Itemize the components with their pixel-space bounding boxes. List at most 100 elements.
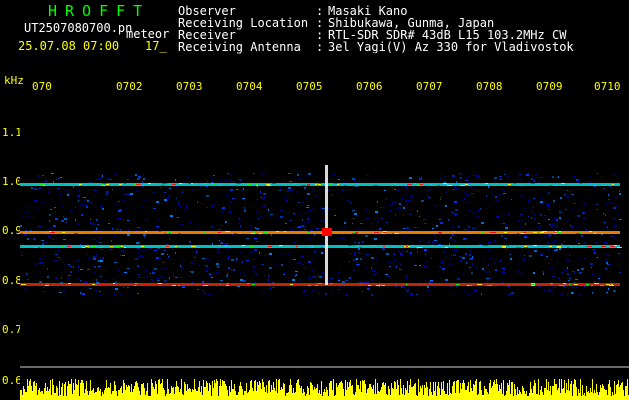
- histogram-bar: [514, 384, 515, 400]
- histogram-bar: [543, 395, 544, 400]
- noise-speckle: [245, 255, 246, 257]
- noise-speckle: [613, 290, 616, 292]
- histogram-bar: [246, 383, 247, 400]
- histogram-bar: [409, 385, 410, 400]
- noise-speckle: [544, 272, 545, 274]
- noise-speckle: [298, 226, 301, 228]
- noise-speckle: [529, 199, 531, 201]
- histogram-bar: [613, 395, 614, 400]
- noise-speckle: [608, 288, 609, 290]
- histogram-bar: [535, 383, 536, 400]
- signal-hotspot: [295, 233, 299, 234]
- noise-speckle: [493, 262, 496, 264]
- signal-hotspot: [483, 245, 488, 246]
- time-tick-label: 0706: [356, 80, 383, 93]
- noise-speckle: [552, 291, 554, 293]
- histogram-bar: [128, 385, 129, 400]
- histogram-bar: [138, 387, 139, 400]
- signal-hotspot: [334, 183, 337, 184]
- histogram-bar: [346, 390, 347, 400]
- signal-hotspot: [417, 184, 419, 185]
- noise-speckle: [43, 265, 45, 266]
- noise-speckle: [440, 212, 442, 213]
- noise-speckle: [175, 179, 176, 181]
- noise-speckle: [114, 236, 115, 237]
- noise-speckle: [351, 239, 352, 240]
- app-title: HROFFT: [48, 2, 151, 20]
- signal-hotspot: [417, 185, 422, 186]
- histogram-bar: [566, 383, 567, 400]
- noise-speckle: [496, 216, 499, 218]
- noise-speckle: [227, 273, 228, 275]
- noise-speckle: [35, 189, 37, 190]
- histogram-bar: [524, 391, 525, 400]
- histogram-bar: [248, 392, 249, 400]
- histogram-bar: [134, 386, 135, 400]
- histogram-bar: [235, 391, 236, 400]
- histogram-bar: [166, 394, 167, 400]
- noise-speckle: [253, 266, 255, 268]
- noise-speckle: [573, 292, 574, 294]
- noise-speckle: [307, 216, 310, 217]
- noise-speckle: [413, 286, 414, 288]
- noise-speckle: [389, 205, 390, 207]
- histogram-bar: [265, 392, 266, 400]
- time-tick-label: 0708: [476, 80, 503, 93]
- signal-hotspot: [353, 232, 355, 233]
- noise-speckle: [543, 273, 544, 275]
- noise-speckle: [398, 190, 399, 192]
- noise-speckle: [531, 178, 533, 180]
- histogram-bar: [316, 388, 317, 400]
- signal-hotspot: [218, 245, 221, 246]
- histogram-bar: [67, 386, 68, 400]
- histogram-bar: [601, 388, 602, 400]
- signal-hotspot: [559, 285, 564, 286]
- noise-speckle: [353, 254, 354, 256]
- signal-hotspot: [308, 285, 311, 286]
- signal-hotspot: [113, 283, 115, 284]
- noise-speckle: [453, 240, 456, 242]
- noise-speckle: [419, 178, 422, 180]
- signal-hotspot: [507, 245, 509, 246]
- histogram-bar: [332, 390, 333, 400]
- noise-speckle: [78, 223, 80, 225]
- histogram-bar: [80, 383, 81, 400]
- signal-hotspot: [531, 284, 536, 285]
- noise-speckle: [242, 261, 243, 263]
- histogram-bar: [50, 380, 51, 400]
- noise-speckle: [343, 198, 344, 200]
- noise-speckle: [231, 269, 232, 271]
- noise-speckle: [33, 271, 36, 272]
- histogram-bar: [229, 386, 230, 400]
- noise-speckle: [410, 293, 413, 295]
- noise-speckle: [232, 234, 233, 235]
- noise-speckle: [389, 210, 392, 211]
- histogram-bar: [174, 394, 175, 400]
- signal-hotspot: [393, 183, 397, 184]
- histogram-bar: [78, 380, 79, 400]
- noise-speckle: [213, 175, 215, 176]
- noise-speckle: [608, 203, 609, 204]
- histogram-bar: [568, 379, 569, 400]
- histogram-bar: [477, 395, 478, 400]
- histogram-bar: [102, 392, 103, 400]
- noise-speckle: [163, 217, 164, 219]
- signal-hotspot: [392, 233, 394, 234]
- noise-speckle: [202, 292, 205, 293]
- histogram-bar: [227, 390, 228, 400]
- noise-speckle: [535, 174, 537, 176]
- histogram-bar: [323, 392, 324, 400]
- noise-speckle: [157, 280, 160, 281]
- noise-speckle: [79, 291, 82, 292]
- signal-hotspot: [172, 285, 176, 286]
- histogram-bar: [555, 384, 556, 400]
- signal-hotspot: [256, 184, 258, 185]
- noise-speckle: [371, 257, 374, 259]
- noise-speckle: [31, 271, 32, 273]
- histogram-bar: [578, 389, 579, 400]
- noise-speckle: [410, 252, 412, 254]
- noise-speckle: [394, 253, 395, 255]
- noise-speckle: [449, 263, 451, 265]
- histogram-bar: [520, 392, 521, 400]
- noise-speckle: [295, 275, 296, 277]
